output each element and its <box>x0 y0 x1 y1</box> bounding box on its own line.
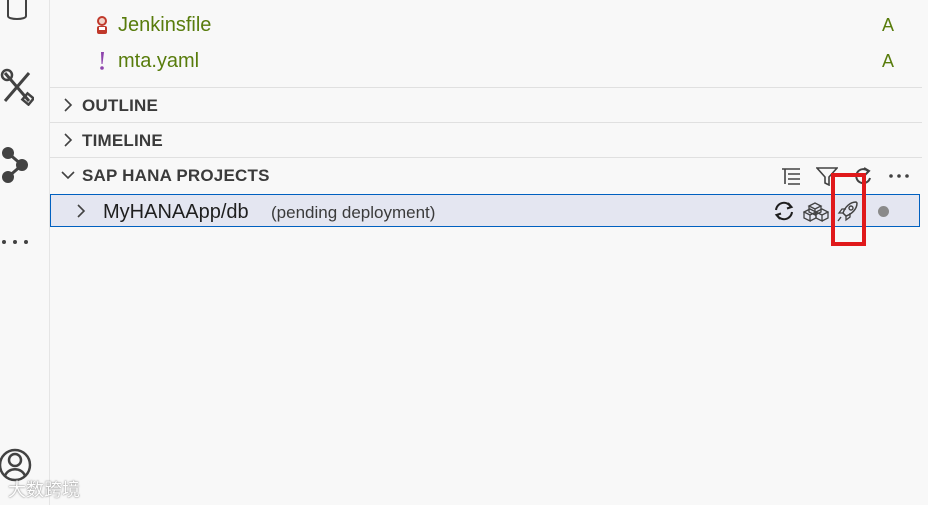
chevron-right-icon <box>64 133 73 147</box>
project-status: (pending deployment) <box>271 203 436 222</box>
file-row-jenkinsfile[interactable]: Jenkinsfile A <box>50 7 922 43</box>
section-title: SAP HANA PROJECTS <box>82 165 270 185</box>
outline-section-header[interactable]: OUTLINE <box>50 87 922 123</box>
file-name: Jenkinsfile <box>118 13 212 36</box>
sync-icon[interactable] <box>771 199 797 223</box>
tools-icon[interactable] <box>0 66 34 108</box>
chevron-down-icon <box>61 171 75 180</box>
file-name: mta.yaml <box>118 49 200 72</box>
activity-bar <box>0 0 50 505</box>
timeline-section-header[interactable]: TIMELINE <box>50 122 922 158</box>
more-icon[interactable] <box>0 232 34 252</box>
more-actions-icon[interactable] <box>886 164 912 188</box>
jenkins-icon <box>92 15 112 35</box>
project-name: MyHANAApp/db <box>103 201 249 223</box>
git-status-added: A <box>882 50 895 71</box>
highlight-box-deploy <box>831 173 866 246</box>
section-title: TIMELINE <box>82 130 163 150</box>
status-dot <box>878 206 889 217</box>
file-row-mta-yaml[interactable]: mta.yaml A <box>50 43 922 79</box>
yaml-exclamation-icon <box>92 51 112 71</box>
watermark: 大数跨境 <box>8 480 80 501</box>
sap-hana-projects-section-header[interactable]: SAP HANA PROJECTS <box>50 157 922 193</box>
database-icon[interactable] <box>0 0 34 30</box>
project-row[interactable]: MyHANAApp/db (pending deployment) <box>50 194 920 227</box>
clipped-row <box>92 0 292 2</box>
chevron-right-icon <box>64 98 73 112</box>
section-title: OUTLINE <box>82 95 159 115</box>
collapse-tree-icon[interactable] <box>778 164 804 188</box>
graph-nodes-icon[interactable] <box>0 144 34 186</box>
bind-containers-icon[interactable] <box>803 199 829 223</box>
git-status-added: A <box>882 14 895 35</box>
chevron-right-icon <box>77 204 86 218</box>
